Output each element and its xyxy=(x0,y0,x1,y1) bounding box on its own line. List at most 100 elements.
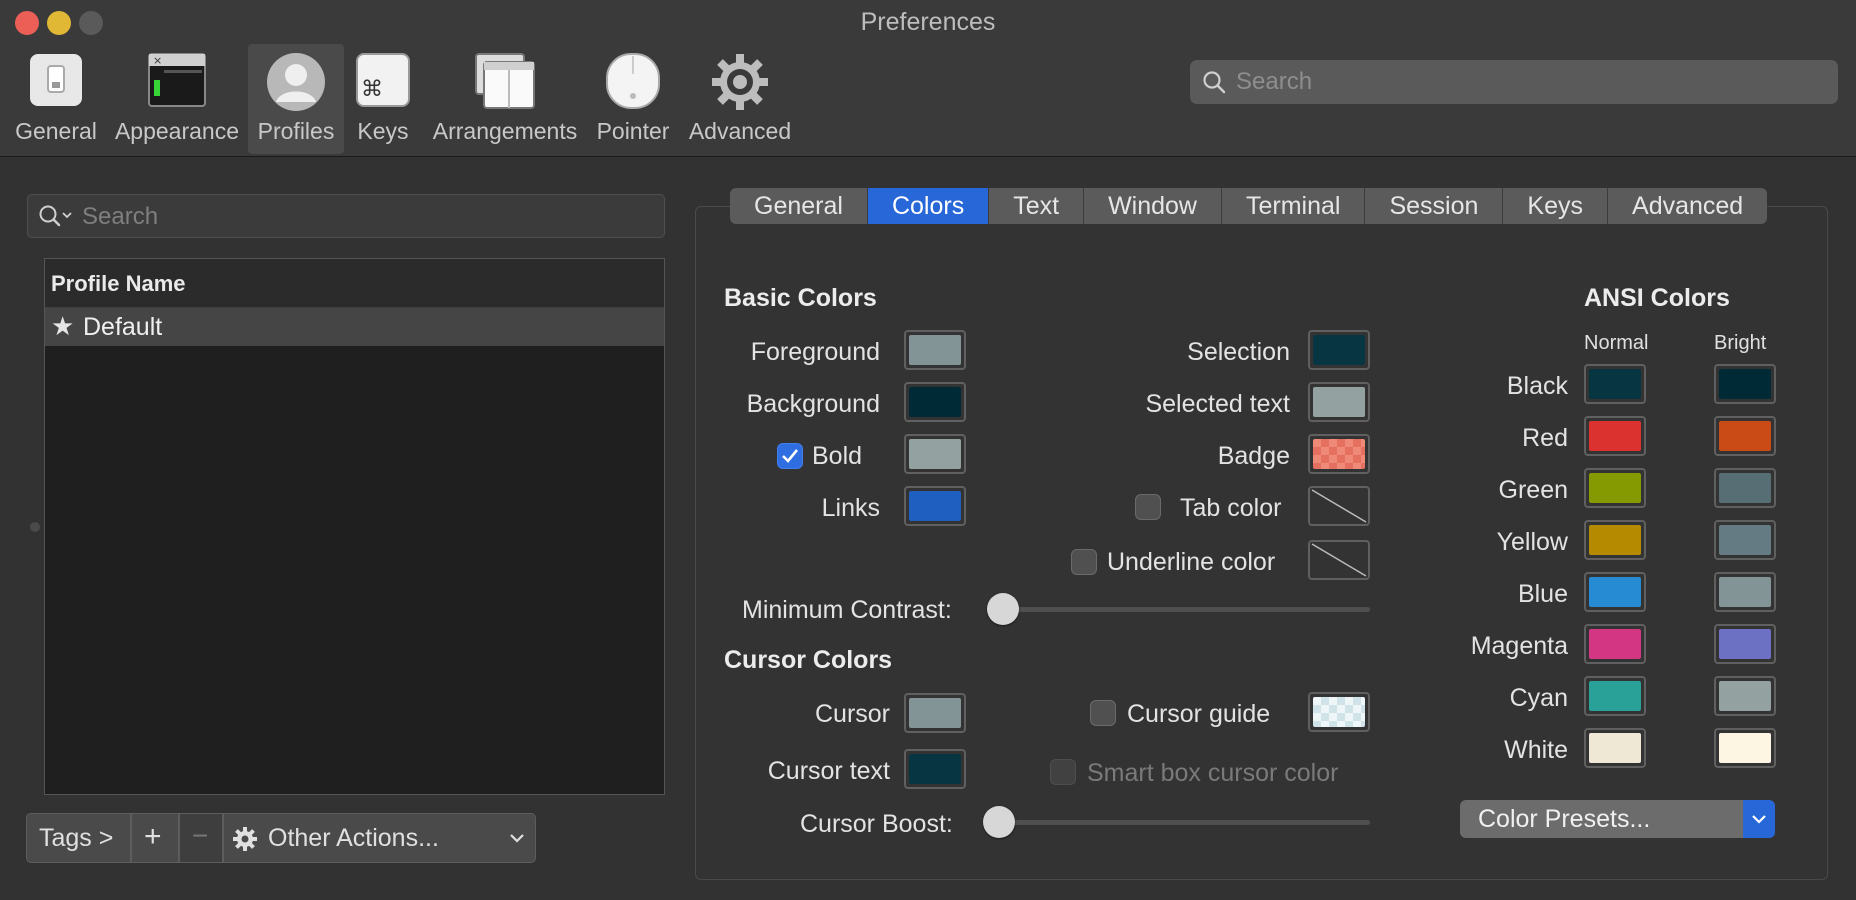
selection-color-well[interactable] xyxy=(1308,330,1370,370)
profile-list[interactable]: Profile Name ★ Default xyxy=(44,258,665,795)
column-header: Profile Name xyxy=(51,271,186,296)
selected-text-color-well[interactable] xyxy=(1308,382,1370,422)
ansi-label-blue: Blue xyxy=(1517,580,1568,608)
ansi-magenta-normal-well[interactable] xyxy=(1584,624,1646,664)
tab-general[interactable]: General xyxy=(730,188,868,224)
ansi-white-normal-well[interactable] xyxy=(1584,728,1646,768)
selection-swatch xyxy=(1313,335,1365,365)
background-swatch xyxy=(909,387,961,417)
add-profile-button[interactable]: + xyxy=(131,813,179,863)
ansi-yellow-normal-well[interactable] xyxy=(1584,520,1646,560)
cursor-boost-knob[interactable] xyxy=(983,806,1015,838)
tab-colors[interactable]: Colors xyxy=(867,188,990,224)
tab-window[interactable]: Window xyxy=(1084,188,1222,224)
cursor-text-swatch xyxy=(909,754,961,784)
ansi-red-bright-well[interactable] xyxy=(1714,416,1776,456)
badge-label: Badge xyxy=(1217,442,1290,470)
search-placeholder: Search xyxy=(82,203,159,230)
search-icon xyxy=(1203,71,1226,94)
bold-color-well[interactable] xyxy=(904,434,966,474)
cursor-boost-label: Cursor Boost: xyxy=(800,810,953,838)
tab-text[interactable]: Text xyxy=(989,188,1085,224)
toolbar-arrangements[interactable]: Arrangements xyxy=(430,44,580,154)
toolbar-advanced[interactable]: Advanced xyxy=(686,44,794,154)
profile-row[interactable]: ★ Default xyxy=(45,308,664,346)
ansi-magenta-bright-well[interactable] xyxy=(1714,624,1776,664)
chevron-down-icon xyxy=(510,834,524,843)
ansi-blue-bright-well[interactable] xyxy=(1714,572,1776,612)
gear-icon xyxy=(233,827,257,851)
cursor-boost-slider[interactable] xyxy=(996,820,1370,825)
cursor-color-well[interactable] xyxy=(904,693,966,733)
badge-swatch xyxy=(1313,439,1365,469)
selected-text-swatch xyxy=(1313,387,1365,417)
cursor-swatch xyxy=(909,698,961,728)
minimum-contrast-knob[interactable] xyxy=(987,593,1019,625)
ansi-cyan-bright-well[interactable] xyxy=(1714,676,1776,716)
tab-advanced[interactable]: Advanced xyxy=(1608,188,1767,224)
toolbar-profiles[interactable]: Profiles xyxy=(248,44,344,154)
window-title: Preferences xyxy=(860,8,996,36)
ansi-white-bright-well[interactable] xyxy=(1714,728,1776,768)
toolbar-label: Pointer xyxy=(596,118,670,144)
profile-search-input[interactable]: Search xyxy=(27,194,665,238)
no-color-icon xyxy=(1311,489,1367,523)
swatch xyxy=(1719,369,1771,399)
ansi-green-normal-well[interactable] xyxy=(1584,468,1646,508)
links-color-well[interactable] xyxy=(904,486,966,526)
ansi-cyan-normal-well[interactable] xyxy=(1584,676,1646,716)
underline-color-label: Underline color xyxy=(1107,548,1276,576)
ansi-red-normal-well[interactable] xyxy=(1584,416,1646,456)
color-presets-label: Color Presets... xyxy=(1478,805,1651,833)
tags-button[interactable]: Tags > xyxy=(26,813,131,863)
toolbar-label: Arrangements xyxy=(432,118,578,144)
toolbar-search-input[interactable]: Search xyxy=(1190,60,1838,104)
bright-column-header: Bright xyxy=(1714,332,1767,354)
toolbar-pointer[interactable]: Pointer xyxy=(592,44,674,154)
ansi-black-bright-well[interactable] xyxy=(1714,364,1776,404)
cursor-label: Cursor xyxy=(814,700,890,728)
profile-tabs: General Colors Text Window Terminal Sess… xyxy=(730,188,1768,224)
badge-color-well[interactable] xyxy=(1308,434,1370,474)
tab-terminal[interactable]: Terminal xyxy=(1222,188,1366,224)
ansi-yellow-bright-well[interactable] xyxy=(1714,520,1776,560)
underline-color-checkbox[interactable] xyxy=(1071,549,1097,575)
ansi-black-normal-well[interactable] xyxy=(1584,364,1646,404)
swatch xyxy=(1589,473,1641,503)
remove-profile-button[interactable]: − xyxy=(179,813,223,863)
user-icon xyxy=(266,52,326,117)
toolbar-appearance[interactable]: × Appearance xyxy=(112,44,242,154)
color-presets-dropdown[interactable]: Color Presets... xyxy=(1460,800,1775,838)
cursor-text-color-well[interactable] xyxy=(904,749,966,789)
dropdown-arrow xyxy=(1743,800,1775,838)
cursor-guide-color-well[interactable] xyxy=(1308,692,1370,732)
underline-color-well[interactable] xyxy=(1308,540,1370,580)
toolbar-general[interactable]: General xyxy=(10,44,102,154)
ansi-label-magenta: Magenta xyxy=(1470,632,1568,660)
profile-list-header[interactable]: Profile Name xyxy=(45,259,664,308)
background-color-well[interactable] xyxy=(904,382,966,422)
smart-box-checkbox[interactable] xyxy=(1050,759,1076,785)
tab-session[interactable]: Session xyxy=(1365,188,1504,224)
tab-color-checkbox[interactable] xyxy=(1135,494,1161,520)
other-actions-menu[interactable]: Other Actions... xyxy=(223,813,536,863)
minimum-contrast-slider[interactable] xyxy=(1000,607,1370,612)
tab-color-well[interactable] xyxy=(1308,486,1370,526)
swatch xyxy=(1719,577,1771,607)
ansi-blue-normal-well[interactable] xyxy=(1584,572,1646,612)
star-icon: ★ xyxy=(51,311,75,341)
foreground-color-well[interactable] xyxy=(904,330,966,370)
checkmark-icon xyxy=(782,449,799,463)
bold-checkbox[interactable] xyxy=(777,443,803,469)
ansi-label-yellow: Yellow xyxy=(1496,528,1568,556)
split-handle[interactable] xyxy=(30,522,40,532)
tab-keys[interactable]: Keys xyxy=(1503,188,1609,224)
swatch xyxy=(1589,421,1641,451)
toolbar-label: Appearance xyxy=(114,118,240,144)
toolbar-keys[interactable]: ⌘ Keys xyxy=(350,44,416,154)
windows-stack-icon xyxy=(474,52,536,115)
normal-column-header: Normal xyxy=(1584,332,1649,354)
ansi-label-red: Red xyxy=(1522,424,1568,452)
ansi-green-bright-well[interactable] xyxy=(1714,468,1776,508)
cursor-guide-checkbox[interactable] xyxy=(1090,700,1116,726)
